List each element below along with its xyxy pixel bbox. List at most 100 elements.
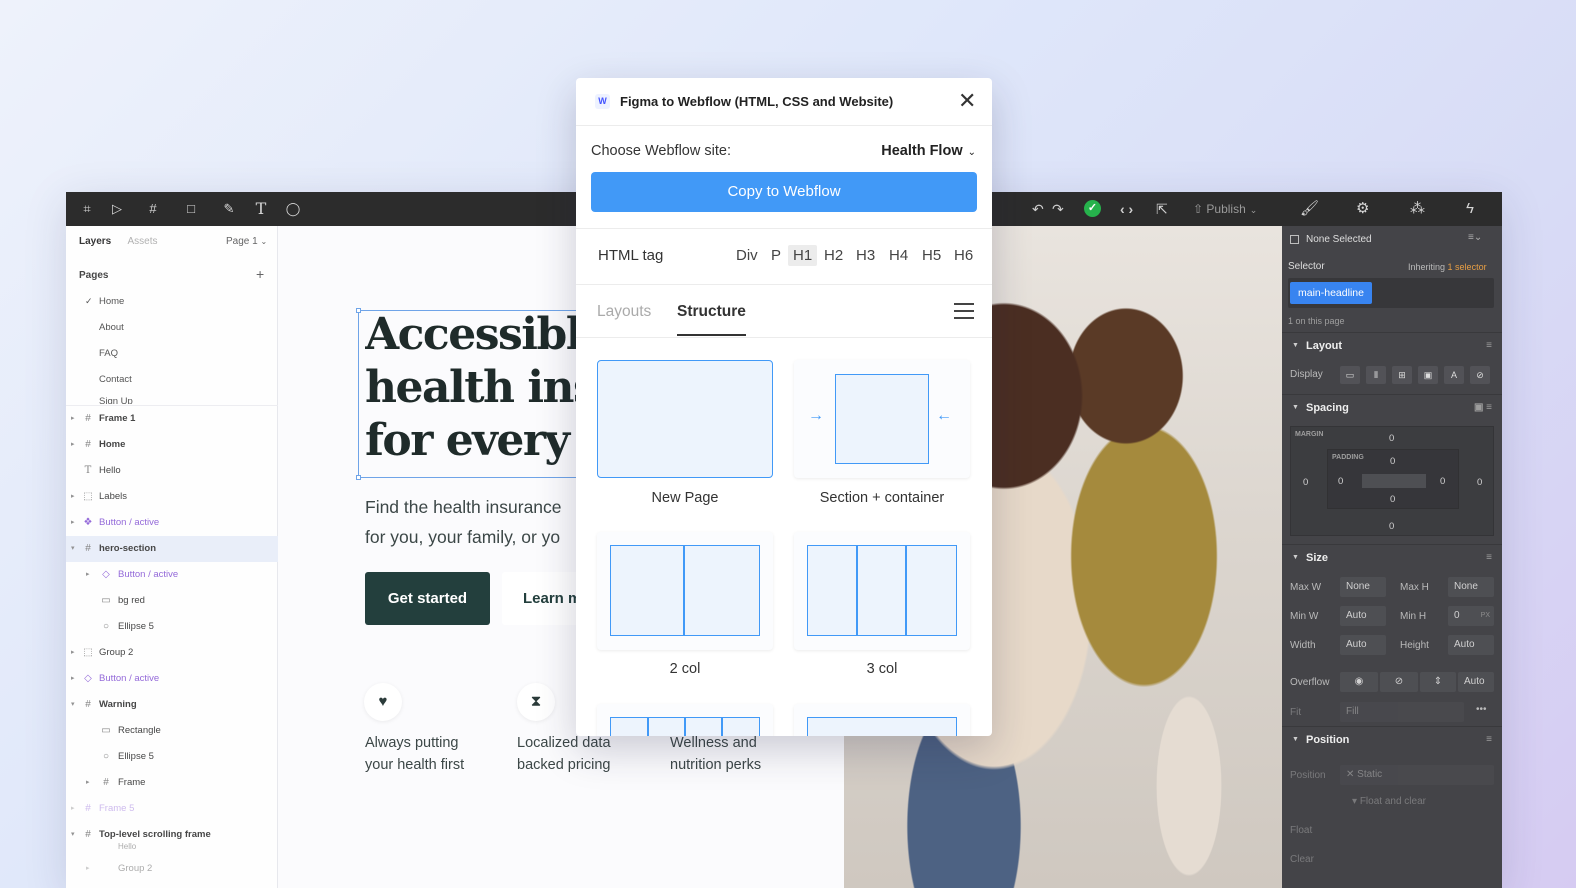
margin-left[interactable]: 0: [1303, 477, 1308, 488]
tag-h3[interactable]: H3: [856, 247, 875, 264]
display-grid-icon[interactable]: ⊞: [1392, 366, 1412, 384]
padding-right[interactable]: 0: [1440, 476, 1445, 487]
scroll-icon[interactable]: ⇕: [1420, 672, 1456, 692]
layer-row[interactable]: ▸ # Home: [66, 432, 278, 458]
selector-chip[interactable]: main-headline: [1290, 282, 1372, 304]
layer-row[interactable]: ▸ # Frame 1: [66, 406, 278, 432]
layer-row[interactable]: ▸ ⬚ Labels: [66, 484, 278, 510]
resize-handle[interactable]: [356, 308, 361, 313]
tag-p[interactable]: P: [771, 247, 781, 264]
layer-row[interactable]: ▸ ❖ Button / active: [66, 510, 278, 536]
layer-row[interactable]: ▭ Rectangle: [66, 718, 278, 744]
structure-card-2-col[interactable]: [597, 532, 773, 650]
copy-to-webflow-button[interactable]: Copy to Webflow: [591, 172, 977, 212]
tab-assets[interactable]: Assets: [127, 236, 157, 247]
section-menu-icon[interactable]: ≡: [1486, 727, 1492, 753]
fit-select[interactable]: Fill: [1340, 702, 1464, 722]
padding-left[interactable]: 0: [1338, 476, 1343, 487]
structure-card-3-col[interactable]: [794, 532, 970, 650]
structure-card-new-page[interactable]: [597, 360, 773, 478]
section-menu-icon[interactable]: ≡: [1486, 545, 1492, 571]
layer-row[interactable]: ○ Ellipse 5: [66, 614, 278, 640]
layer-row[interactable]: ▭ bg red: [66, 588, 278, 614]
tag-h2[interactable]: H2: [824, 247, 843, 264]
close-icon[interactable]: ✕: [958, 89, 976, 113]
tab-layouts[interactable]: Layouts: [597, 303, 651, 321]
more-icon[interactable]: •••: [1476, 704, 1487, 715]
layer-row[interactable]: ▸ # Frame: [66, 770, 278, 796]
site-select[interactable]: Health Flow ⌄: [881, 143, 976, 159]
padding-top[interactable]: 0: [1390, 456, 1395, 467]
shape-tool-icon[interactable]: □: [182, 200, 200, 218]
code-icon[interactable]: ‹ ›: [1120, 200, 1133, 218]
tag-h4[interactable]: H4: [889, 247, 908, 264]
layer-row[interactable]: ▸ ◇ Button / active: [66, 666, 278, 692]
section-position[interactable]: ▼ Position ≡: [1282, 726, 1502, 752]
structure-card-next[interactable]: [794, 704, 970, 736]
page-item-faq[interactable]: FAQ: [99, 348, 118, 359]
checkbox-icon[interactable]: [1290, 235, 1299, 244]
padding-bottom[interactable]: 0: [1390, 494, 1395, 505]
resize-handle[interactable]: [356, 475, 361, 480]
section-size[interactable]: ▼ Size ≡: [1282, 544, 1502, 570]
page-item-about[interactable]: About: [99, 322, 124, 333]
tag-h6[interactable]: H6: [954, 247, 973, 264]
layer-row[interactable]: ▸ ⬚ Group 2: [66, 640, 278, 666]
tag-h1[interactable]: H1: [788, 245, 818, 266]
page-item-home[interactable]: Home: [85, 296, 125, 307]
display-block-icon[interactable]: ▭: [1340, 366, 1360, 384]
layer-row[interactable]: ▸ ◇ Button / active: [66, 562, 278, 588]
layer-row[interactable]: ▸ # Frame 5: [66, 796, 278, 822]
page-selector[interactable]: Page 1 ⌄: [226, 236, 267, 247]
layer-row[interactable]: ▸ Group 2: [66, 856, 278, 882]
display-none-icon[interactable]: ⊘: [1470, 366, 1490, 384]
get-started-button[interactable]: Get started: [365, 572, 490, 625]
tag-h5[interactable]: H5: [922, 247, 941, 264]
menu-icon[interactable]: ≡⌄: [1468, 232, 1482, 243]
brush-icon[interactable]: 🖌︎: [1300, 200, 1319, 218]
width-field[interactable]: Auto: [1340, 635, 1386, 655]
tab-structure[interactable]: Structure: [677, 303, 746, 321]
frame-tool-icon[interactable]: #: [144, 200, 162, 218]
learn-more-button[interactable]: Learn m: [502, 572, 576, 625]
share-icon[interactable]: ⇱: [1156, 200, 1168, 218]
section-menu-icon[interactable]: ▣ ≡: [1474, 395, 1492, 421]
min-height-field[interactable]: 0 PX: [1448, 606, 1494, 626]
eye-icon[interactable]: ◉: [1340, 672, 1378, 692]
section-spacing[interactable]: ▼ Spacing ▣ ≡: [1282, 394, 1502, 420]
section-menu-icon[interactable]: ≡: [1486, 333, 1492, 359]
publish-button[interactable]: ⇧ Publish ⌄: [1193, 200, 1257, 219]
max-width-field[interactable]: None: [1340, 577, 1386, 597]
display-flex-icon[interactable]: ⫴: [1366, 366, 1386, 384]
undo-icon[interactable]: ↶: [1032, 200, 1044, 218]
display-inline-icon[interactable]: A: [1444, 366, 1464, 384]
add-page-icon[interactable]: +: [256, 266, 264, 282]
overflow-auto[interactable]: Auto: [1458, 672, 1494, 692]
position-select[interactable]: ✕ Static: [1340, 765, 1494, 785]
layer-row[interactable]: ▾ # Warning: [66, 692, 278, 718]
margin-bottom[interactable]: 0: [1389, 521, 1394, 532]
pen-tool-icon[interactable]: ✎: [220, 200, 238, 218]
inheriting-link[interactable]: 1 selector: [1448, 262, 1487, 272]
margin-top[interactable]: 0: [1389, 433, 1394, 444]
layer-row[interactable]: ○ Ellipse 5: [66, 744, 278, 770]
text-tool-icon[interactable]: T: [252, 200, 270, 218]
structure-card-section-container[interactable]: → ←: [794, 360, 970, 478]
page-item-contact[interactable]: Contact: [99, 374, 132, 385]
tag-div[interactable]: Div: [736, 247, 758, 264]
margin-right[interactable]: 0: [1477, 477, 1482, 488]
float-clear-toggle[interactable]: ▾ Float and clear: [1352, 796, 1426, 807]
comment-tool-icon[interactable]: ◯: [284, 200, 302, 218]
min-width-field[interactable]: Auto: [1340, 606, 1386, 626]
redo-icon[interactable]: ↷: [1052, 200, 1064, 218]
interactions-icon[interactable]: ⁂: [1410, 200, 1425, 218]
max-height-field[interactable]: None: [1448, 577, 1494, 597]
tab-layers[interactable]: Layers: [79, 236, 111, 247]
layer-row-selected[interactable]: ▾ # hero-section: [66, 536, 278, 562]
move-tool-icon[interactable]: ▷: [108, 200, 126, 218]
height-field[interactable]: Auto: [1448, 635, 1494, 655]
hamburger-menu-icon[interactable]: [954, 303, 974, 319]
gear-icon[interactable]: ⚙: [1356, 200, 1369, 218]
main-menu-icon[interactable]: ⌗: [78, 200, 96, 218]
eye-off-icon[interactable]: ⊘: [1380, 672, 1418, 692]
